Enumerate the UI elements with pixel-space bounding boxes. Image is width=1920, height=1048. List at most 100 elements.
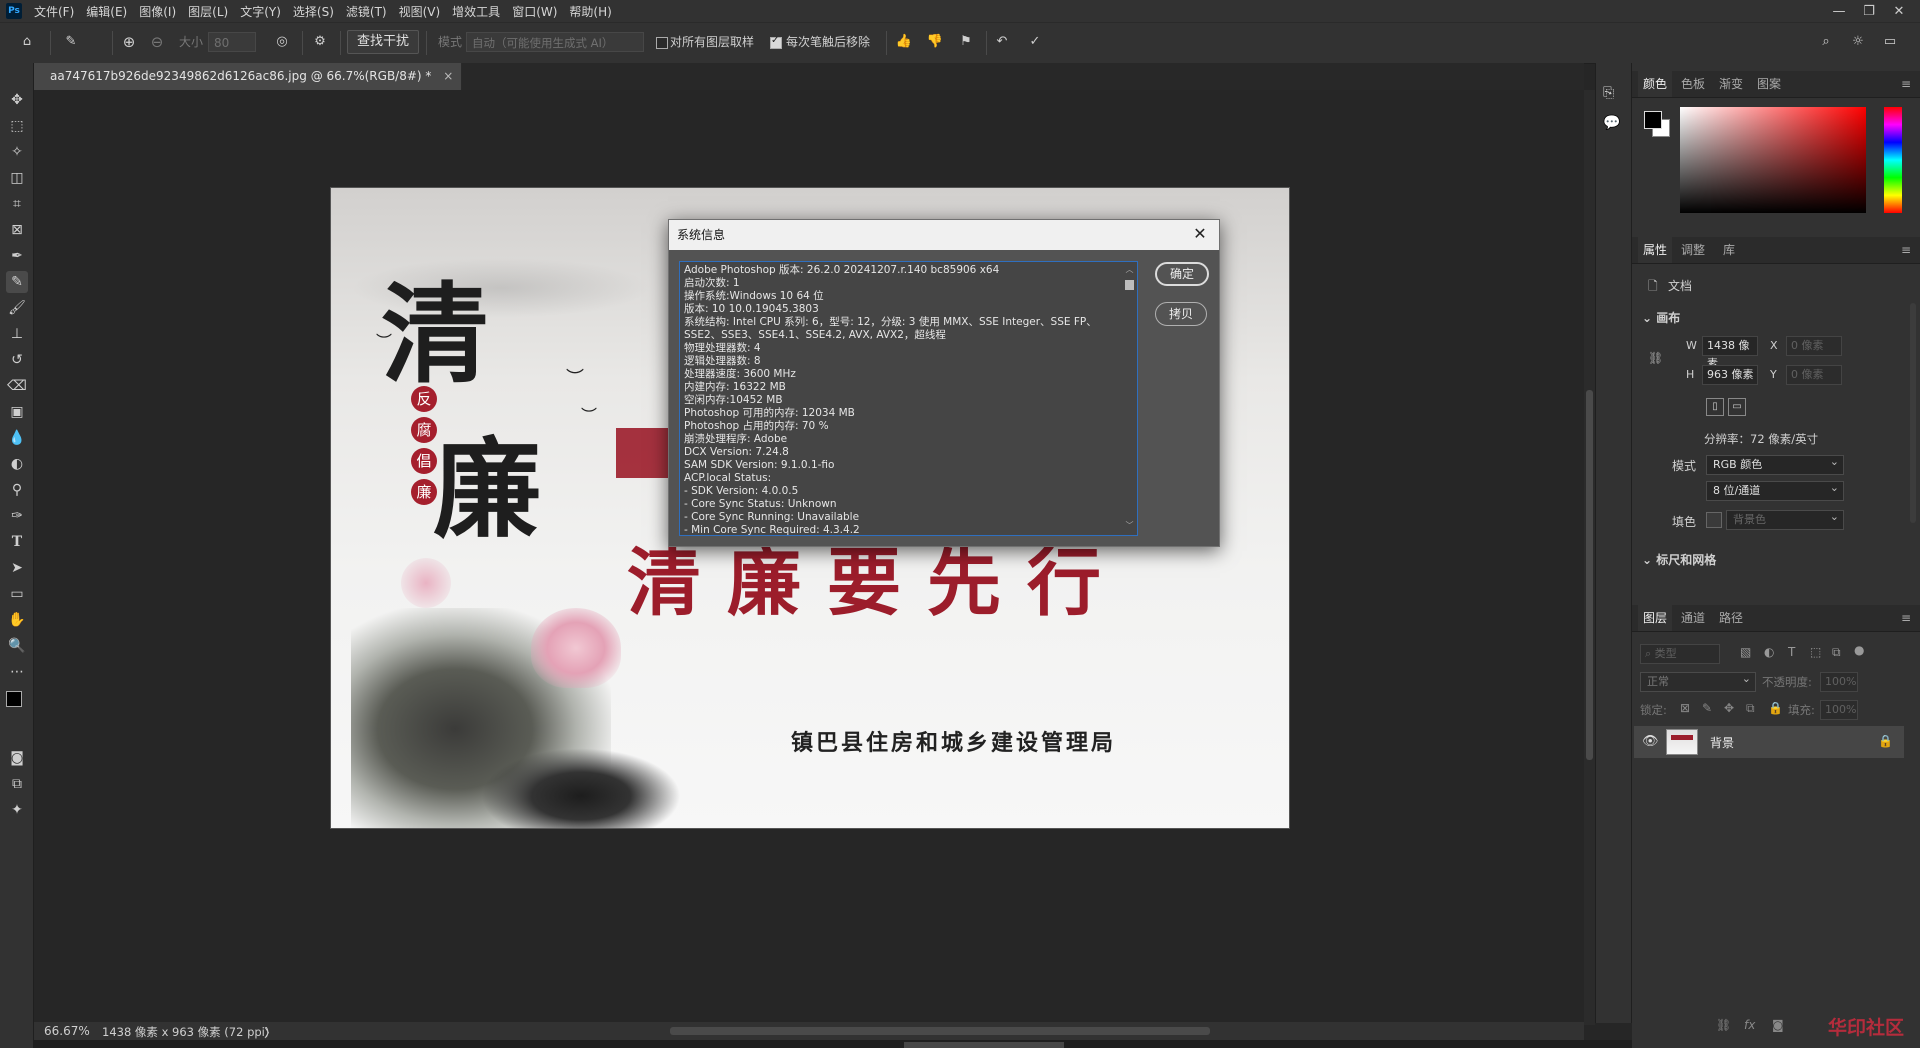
minimize-button[interactable]: — bbox=[1824, 4, 1854, 19]
thumbs-up-icon[interactable]: 👍 bbox=[893, 31, 915, 53]
horizontal-scroll-thumb[interactable] bbox=[670, 1027, 1210, 1035]
marquee-tool-icon[interactable]: ⬚ bbox=[6, 115, 28, 137]
foreground-color-swatch[interactable] bbox=[6, 691, 22, 707]
sample-all-layers-checkbox[interactable] bbox=[656, 37, 668, 49]
screen-mode-icon[interactable]: ⧉ bbox=[6, 773, 28, 795]
layer-mask-icon[interactable]: ◙ bbox=[1772, 1018, 1784, 1032]
history-panel-icon[interactable]: ⎘ bbox=[1603, 85, 1614, 101]
object-select-tool-icon[interactable]: ◫ bbox=[6, 167, 28, 189]
scroll-down-icon[interactable]: ﹀ bbox=[1125, 520, 1134, 531]
lock-image-icon[interactable]: ✎ bbox=[1702, 701, 1712, 715]
gradient-tool-icon[interactable]: ▣ bbox=[6, 401, 28, 423]
menu-view[interactable]: 视图(V) bbox=[399, 3, 441, 20]
layer-filter-input[interactable]: ⌕ 类型 bbox=[1640, 644, 1720, 664]
panel-menu-icon[interactable]: ≡ bbox=[1896, 605, 1916, 631]
crop-tool-icon[interactable]: ⌗ bbox=[6, 193, 28, 215]
system-info-text[interactable]: Adobe Photoshop 版本: 26.2.0 20241207.r.14… bbox=[679, 261, 1138, 536]
menu-window[interactable]: 窗口(W) bbox=[512, 3, 557, 20]
tab-channels[interactable]: 通道 bbox=[1676, 605, 1710, 631]
brush-tool-icon[interactable]: 🖌 bbox=[6, 297, 28, 319]
zoom-search-icon[interactable]: ⚲ bbox=[6, 479, 28, 501]
lock-transparency-icon[interactable]: ⊠ bbox=[1680, 701, 1690, 715]
tab-swatches[interactable]: 色板 bbox=[1676, 71, 1710, 97]
ok-button[interactable]: 确定 bbox=[1155, 262, 1209, 286]
x-input[interactable]: 0 像素 bbox=[1786, 336, 1842, 356]
eraser-tool-icon[interactable]: ⌫ bbox=[6, 375, 28, 397]
fill-select[interactable]: 背景色 bbox=[1726, 508, 1844, 530]
comments-panel-icon[interactable]: 💬 bbox=[1603, 115, 1620, 131]
dodge-tool-icon[interactable]: ◐ bbox=[6, 453, 28, 475]
width-input[interactable]: 1438 像素 bbox=[1702, 336, 1758, 370]
menu-layer[interactable]: 图层(L) bbox=[188, 3, 228, 20]
move-tool-icon[interactable]: ✥ bbox=[6, 89, 28, 111]
search-icon[interactable]: ⌕ bbox=[1815, 31, 1837, 53]
lock-position-icon[interactable]: ✥ bbox=[1724, 701, 1734, 715]
gear-icon[interactable]: ⚙ bbox=[308, 31, 332, 53]
opacity-input[interactable]: 100% bbox=[1820, 672, 1858, 692]
filter-type-icon[interactable]: T bbox=[1788, 645, 1795, 659]
close-window-button[interactable]: ✕ bbox=[1884, 4, 1914, 19]
restore-button[interactable]: ❐ bbox=[1854, 4, 1884, 19]
mode-select[interactable]: 自动（可能使用生成式 AI） bbox=[466, 32, 644, 52]
filter-toggle-icon[interactable]: ● bbox=[1854, 643, 1864, 657]
properties-scrollbar[interactable] bbox=[1910, 303, 1916, 523]
home-icon[interactable]: ⌂ bbox=[16, 31, 38, 53]
size-input[interactable]: 80 bbox=[208, 32, 256, 52]
more-tools-icon[interactable]: ⋯ bbox=[6, 661, 28, 683]
dialog-close-icon[interactable]: ✕ bbox=[1189, 223, 1211, 245]
filter-shape-icon[interactable]: ⬚ bbox=[1810, 645, 1821, 659]
lock-all-icon[interactable]: 🔒 bbox=[1768, 701, 1783, 715]
height-input[interactable]: 963 像素 bbox=[1702, 365, 1758, 385]
tab-gradients[interactable]: 渐变 bbox=[1714, 71, 1748, 97]
workspace-icon[interactable]: ▭ bbox=[1879, 31, 1901, 53]
canvas-section-toggle[interactable]: ⌄ 画布 bbox=[1642, 309, 1680, 326]
scroll-up-icon[interactable]: ︿ bbox=[1125, 264, 1134, 275]
menu-plugins[interactable]: 增效工具 bbox=[452, 3, 500, 20]
subtract-mode-icon[interactable]: ⊖ bbox=[146, 31, 168, 53]
pen-tool-icon[interactable]: ✑ bbox=[6, 505, 28, 527]
portrait-orientation-icon[interactable]: ▯ bbox=[1706, 398, 1724, 416]
pressure-size-icon[interactable]: ◎ bbox=[270, 31, 294, 53]
lock-artboard-icon[interactable]: ⧉ bbox=[1746, 701, 1755, 716]
document-tab[interactable]: aa747617b926de92349862d6126ac86.jpg @ 66… bbox=[34, 63, 463, 90]
tab-paths[interactable]: 路径 bbox=[1714, 605, 1748, 631]
rectangle-tool-icon[interactable]: ▭ bbox=[6, 583, 28, 605]
history-brush-icon[interactable]: ↺ bbox=[6, 349, 28, 371]
link-dimensions-icon[interactable]: ⛓ bbox=[1648, 351, 1663, 365]
hue-slider[interactable] bbox=[1884, 107, 1902, 213]
fill-color-swatch[interactable] bbox=[1706, 512, 1722, 528]
tab-libraries[interactable]: 库 bbox=[1714, 237, 1744, 263]
blend-mode-select[interactable]: 正常 bbox=[1640, 670, 1756, 692]
layer-effects-icon[interactable]: fx bbox=[1744, 1018, 1755, 1032]
path-select-tool-icon[interactable]: ➤ bbox=[6, 557, 28, 579]
quick-select-tool-icon[interactable]: ✧ bbox=[6, 141, 28, 163]
document-info[interactable]: 1438 像素 x 963 像素 (72 ppi) bbox=[102, 1024, 269, 1040]
vertical-scrollbar[interactable] bbox=[1584, 90, 1595, 1025]
landscape-orientation-icon[interactable]: ▭ bbox=[1728, 398, 1746, 416]
tab-adjustments[interactable]: 调整 bbox=[1676, 237, 1710, 263]
menu-help[interactable]: 帮助(H) bbox=[569, 3, 611, 20]
layer-row[interactable]: 👁 背景 🔒 bbox=[1634, 726, 1904, 758]
link-layers-icon[interactable]: ⛓ bbox=[1716, 1018, 1731, 1032]
menu-filter[interactable]: 滤镜(T) bbox=[346, 3, 387, 20]
copy-button[interactable]: 拷贝 bbox=[1155, 302, 1207, 326]
tab-layers[interactable]: 图层 bbox=[1638, 605, 1672, 631]
panel-menu-icon[interactable]: ≡ bbox=[1896, 237, 1916, 263]
filter-pixel-icon[interactable]: ▧ bbox=[1740, 645, 1751, 659]
fill-opacity-input[interactable]: 100% bbox=[1820, 700, 1858, 720]
foreground-color-swatch[interactable] bbox=[1644, 111, 1662, 129]
hand-tool-icon[interactable]: ✋ bbox=[6, 609, 28, 631]
filter-adjustment-icon[interactable]: ◐ bbox=[1764, 645, 1774, 659]
panel-menu-icon[interactable]: ≡ bbox=[1896, 71, 1916, 97]
generative-icon[interactable]: ✦ bbox=[6, 799, 28, 821]
y-input[interactable]: 0 像素 bbox=[1786, 365, 1842, 385]
menu-edit[interactable]: 编辑(E) bbox=[86, 3, 127, 20]
undo-icon[interactable]: ↶ bbox=[991, 31, 1013, 53]
vertical-scroll-thumb[interactable] bbox=[1586, 390, 1593, 760]
color-field[interactable] bbox=[1680, 107, 1866, 213]
menu-image[interactable]: 图像(I) bbox=[139, 3, 176, 20]
remove-after-stroke-checkbox[interactable] bbox=[770, 35, 782, 49]
commit-check-icon[interactable]: ✓ bbox=[1024, 31, 1046, 53]
zoom-tool-icon[interactable]: 🔍 bbox=[6, 635, 28, 657]
zoom-level[interactable]: 66.67% bbox=[44, 1024, 90, 1038]
